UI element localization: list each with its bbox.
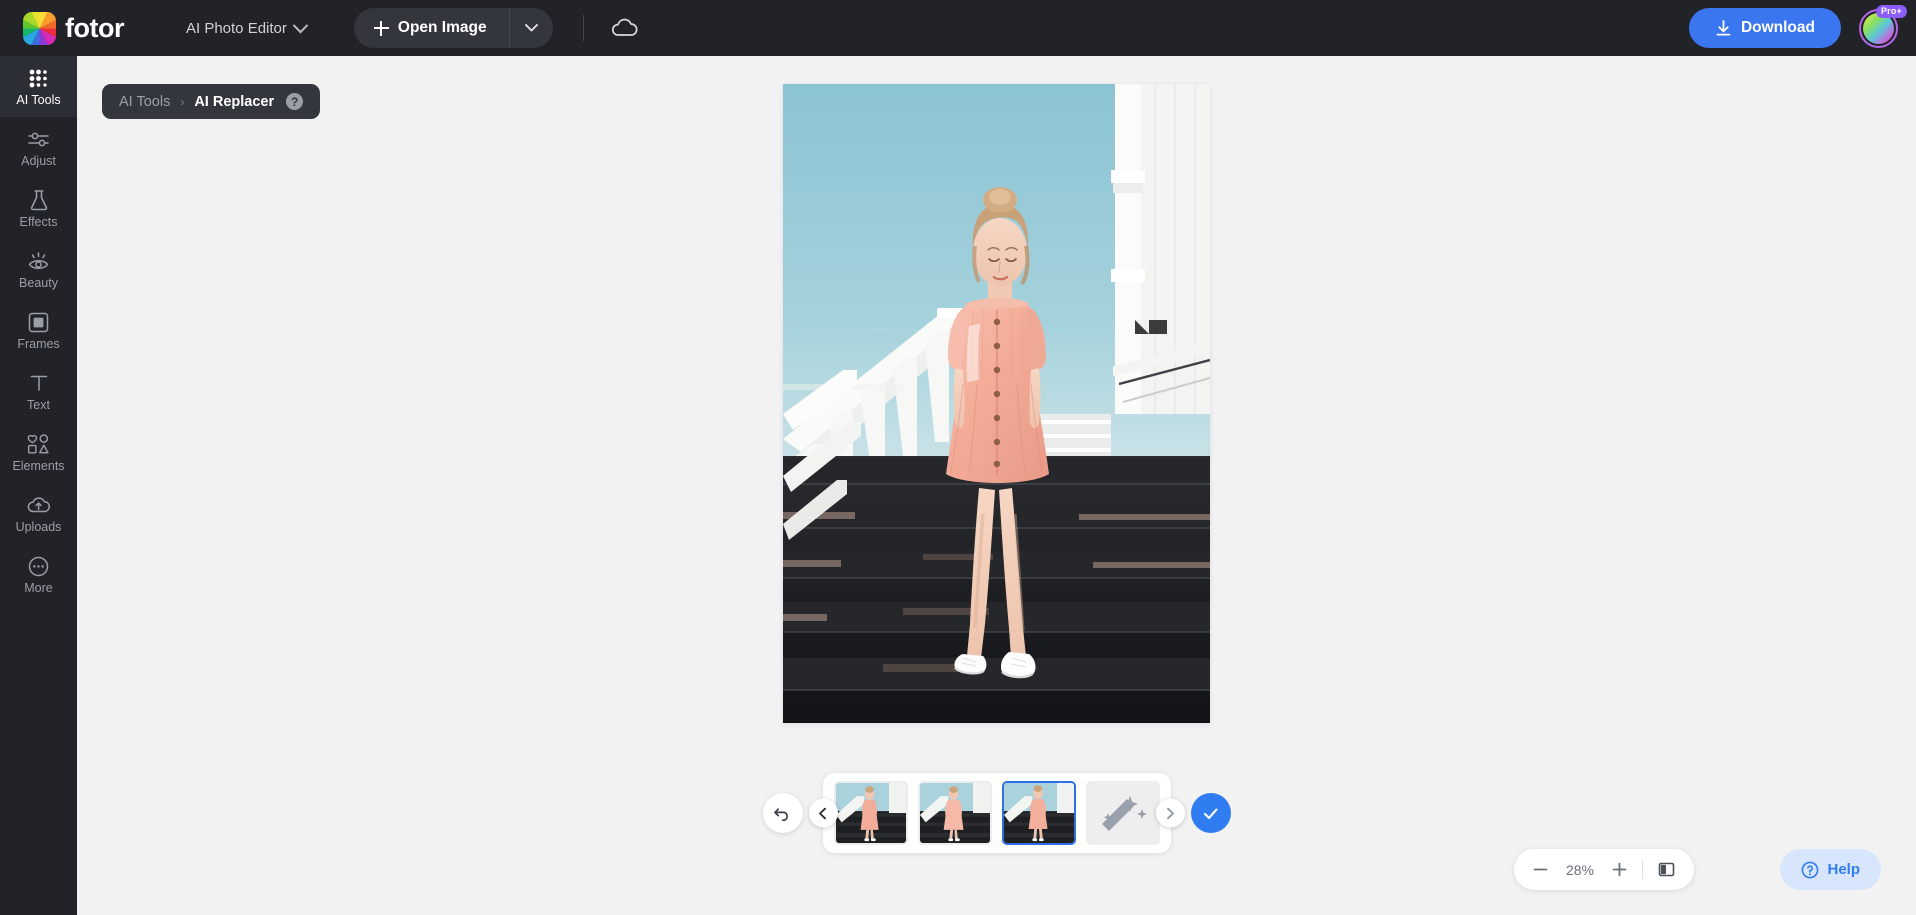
breadcrumb-separator: › [180, 94, 185, 109]
sidebar-item-more[interactable]: More [0, 544, 77, 605]
pro-badge: Pro+ [1875, 4, 1907, 19]
brand-name: fotor [65, 12, 124, 43]
breadcrumb-current: AI Replacer [194, 93, 275, 110]
variant-thumbnail[interactable] [833, 781, 908, 845]
zoom-in-button[interactable] [1612, 862, 1627, 877]
shapes-icon [27, 433, 50, 456]
open-image-dropdown-button[interactable] [508, 8, 553, 48]
header-divider [582, 15, 584, 41]
sliders-icon [27, 128, 50, 151]
top-header: fotor AI Photo Editor Open Image Downloa… [0, 0, 1916, 56]
app-switcher[interactable]: AI Photo Editor [185, 17, 309, 37]
compare-button[interactable] [1658, 861, 1675, 878]
sidebar-label: Effects [19, 214, 58, 229]
sidebar-label: More [24, 580, 53, 595]
sidebar-item-frames[interactable]: Frames [0, 300, 77, 361]
question-mark-icon[interactable]: ? [286, 93, 304, 110]
variant-2-preview [919, 783, 990, 843]
plus-icon [373, 20, 389, 36]
chevron-left-icon [819, 807, 826, 819]
plus-icon [1612, 862, 1627, 877]
sidebar-item-beauty[interactable]: Beauty [0, 239, 77, 300]
sidebar-label: Adjust [21, 153, 56, 168]
help-label: Help [1827, 861, 1860, 878]
sidebar-label: Elements [12, 458, 65, 473]
fotor-color-wheel-logo [23, 11, 56, 45]
chevron-down-icon [292, 17, 309, 33]
app-switcher-label: AI Photo Editor [185, 19, 287, 37]
undo-button[interactable] [762, 793, 803, 833]
download-arrow-icon [1716, 19, 1731, 35]
sidebar-label: Beauty [19, 275, 58, 290]
variant-1-preview [835, 783, 906, 843]
zoom-toolbar: 28% [1514, 849, 1694, 890]
variants-prev-button[interactable] [808, 798, 838, 828]
download-label: Download [1740, 19, 1815, 36]
undo-arrow-icon [774, 807, 788, 821]
compare-split-icon [1658, 862, 1675, 877]
grid-dots-icon [28, 67, 49, 90]
header-right-group: Download Pro+ [1688, 0, 1907, 56]
flask-icon [29, 189, 49, 212]
download-button[interactable]: Download [1688, 8, 1841, 48]
zoom-divider [1642, 860, 1643, 879]
chevron-down-icon [524, 24, 538, 32]
variant-thumbnail[interactable] [917, 781, 992, 845]
zoom-out-button[interactable] [1533, 862, 1548, 877]
work-area: AI Tools › AI Replacer ? 28% Help [77, 56, 1916, 915]
sidebar-item-elements[interactable]: Elements [0, 422, 77, 483]
brand-logo[interactable]: fotor [23, 11, 124, 45]
minus-icon [1533, 868, 1548, 871]
sidebar-label: AI Tools [16, 92, 61, 107]
variants-next-button[interactable] [1155, 798, 1185, 828]
help-button[interactable]: Help [1780, 849, 1881, 890]
zoom-level-value: 28% [1565, 861, 1595, 878]
open-image-label: Open Image [397, 19, 487, 36]
more-dots-icon [28, 555, 49, 578]
sidebar-item-text[interactable]: Text [0, 361, 77, 422]
sidebar-item-adjust[interactable]: Adjust [0, 117, 77, 178]
left-sidebar: AI Tools Adjust Effects Beauty Frames Te… [0, 56, 77, 915]
question-circle-icon [1802, 861, 1819, 878]
sidebar-label: Uploads [15, 519, 62, 534]
breadcrumb-parent[interactable]: AI Tools [119, 94, 170, 110]
eye-sparkle-icon [27, 250, 50, 273]
sidebar-item-effects[interactable]: Effects [0, 178, 77, 239]
variant-3-preview [1003, 783, 1074, 843]
sidebar-label: Frames [17, 336, 60, 351]
apply-confirm-button[interactable] [1190, 793, 1231, 833]
cloud-upload-icon [27, 494, 50, 517]
variants-control-row [77, 773, 1916, 853]
magic-wand-icon [1101, 796, 1147, 831]
sidebar-item-uploads[interactable]: Uploads [0, 483, 77, 544]
frame-icon [28, 311, 49, 334]
cloud-icon [611, 18, 638, 36]
text-t-icon [29, 372, 49, 395]
variant-thumbnail-selected[interactable] [1001, 781, 1076, 845]
variant-thumbnail-strip [808, 773, 1185, 853]
check-icon [1203, 808, 1218, 819]
breadcrumb[interactable]: AI Tools › AI Replacer ? [102, 84, 321, 119]
sidebar-item-ai-tools[interactable]: AI Tools [0, 56, 77, 117]
chevron-right-icon [1167, 807, 1174, 819]
cloud-save-button[interactable] [611, 18, 638, 38]
sidebar-label: Text [27, 397, 50, 412]
open-image-button[interactable]: Open Image [354, 8, 509, 48]
photo-render [783, 84, 1210, 723]
open-image-group: Open Image [353, 8, 553, 48]
canvas-image[interactable] [783, 84, 1210, 723]
avatar[interactable]: Pro+ [1859, 4, 1907, 48]
variant-generate-placeholder[interactable] [1085, 781, 1160, 845]
